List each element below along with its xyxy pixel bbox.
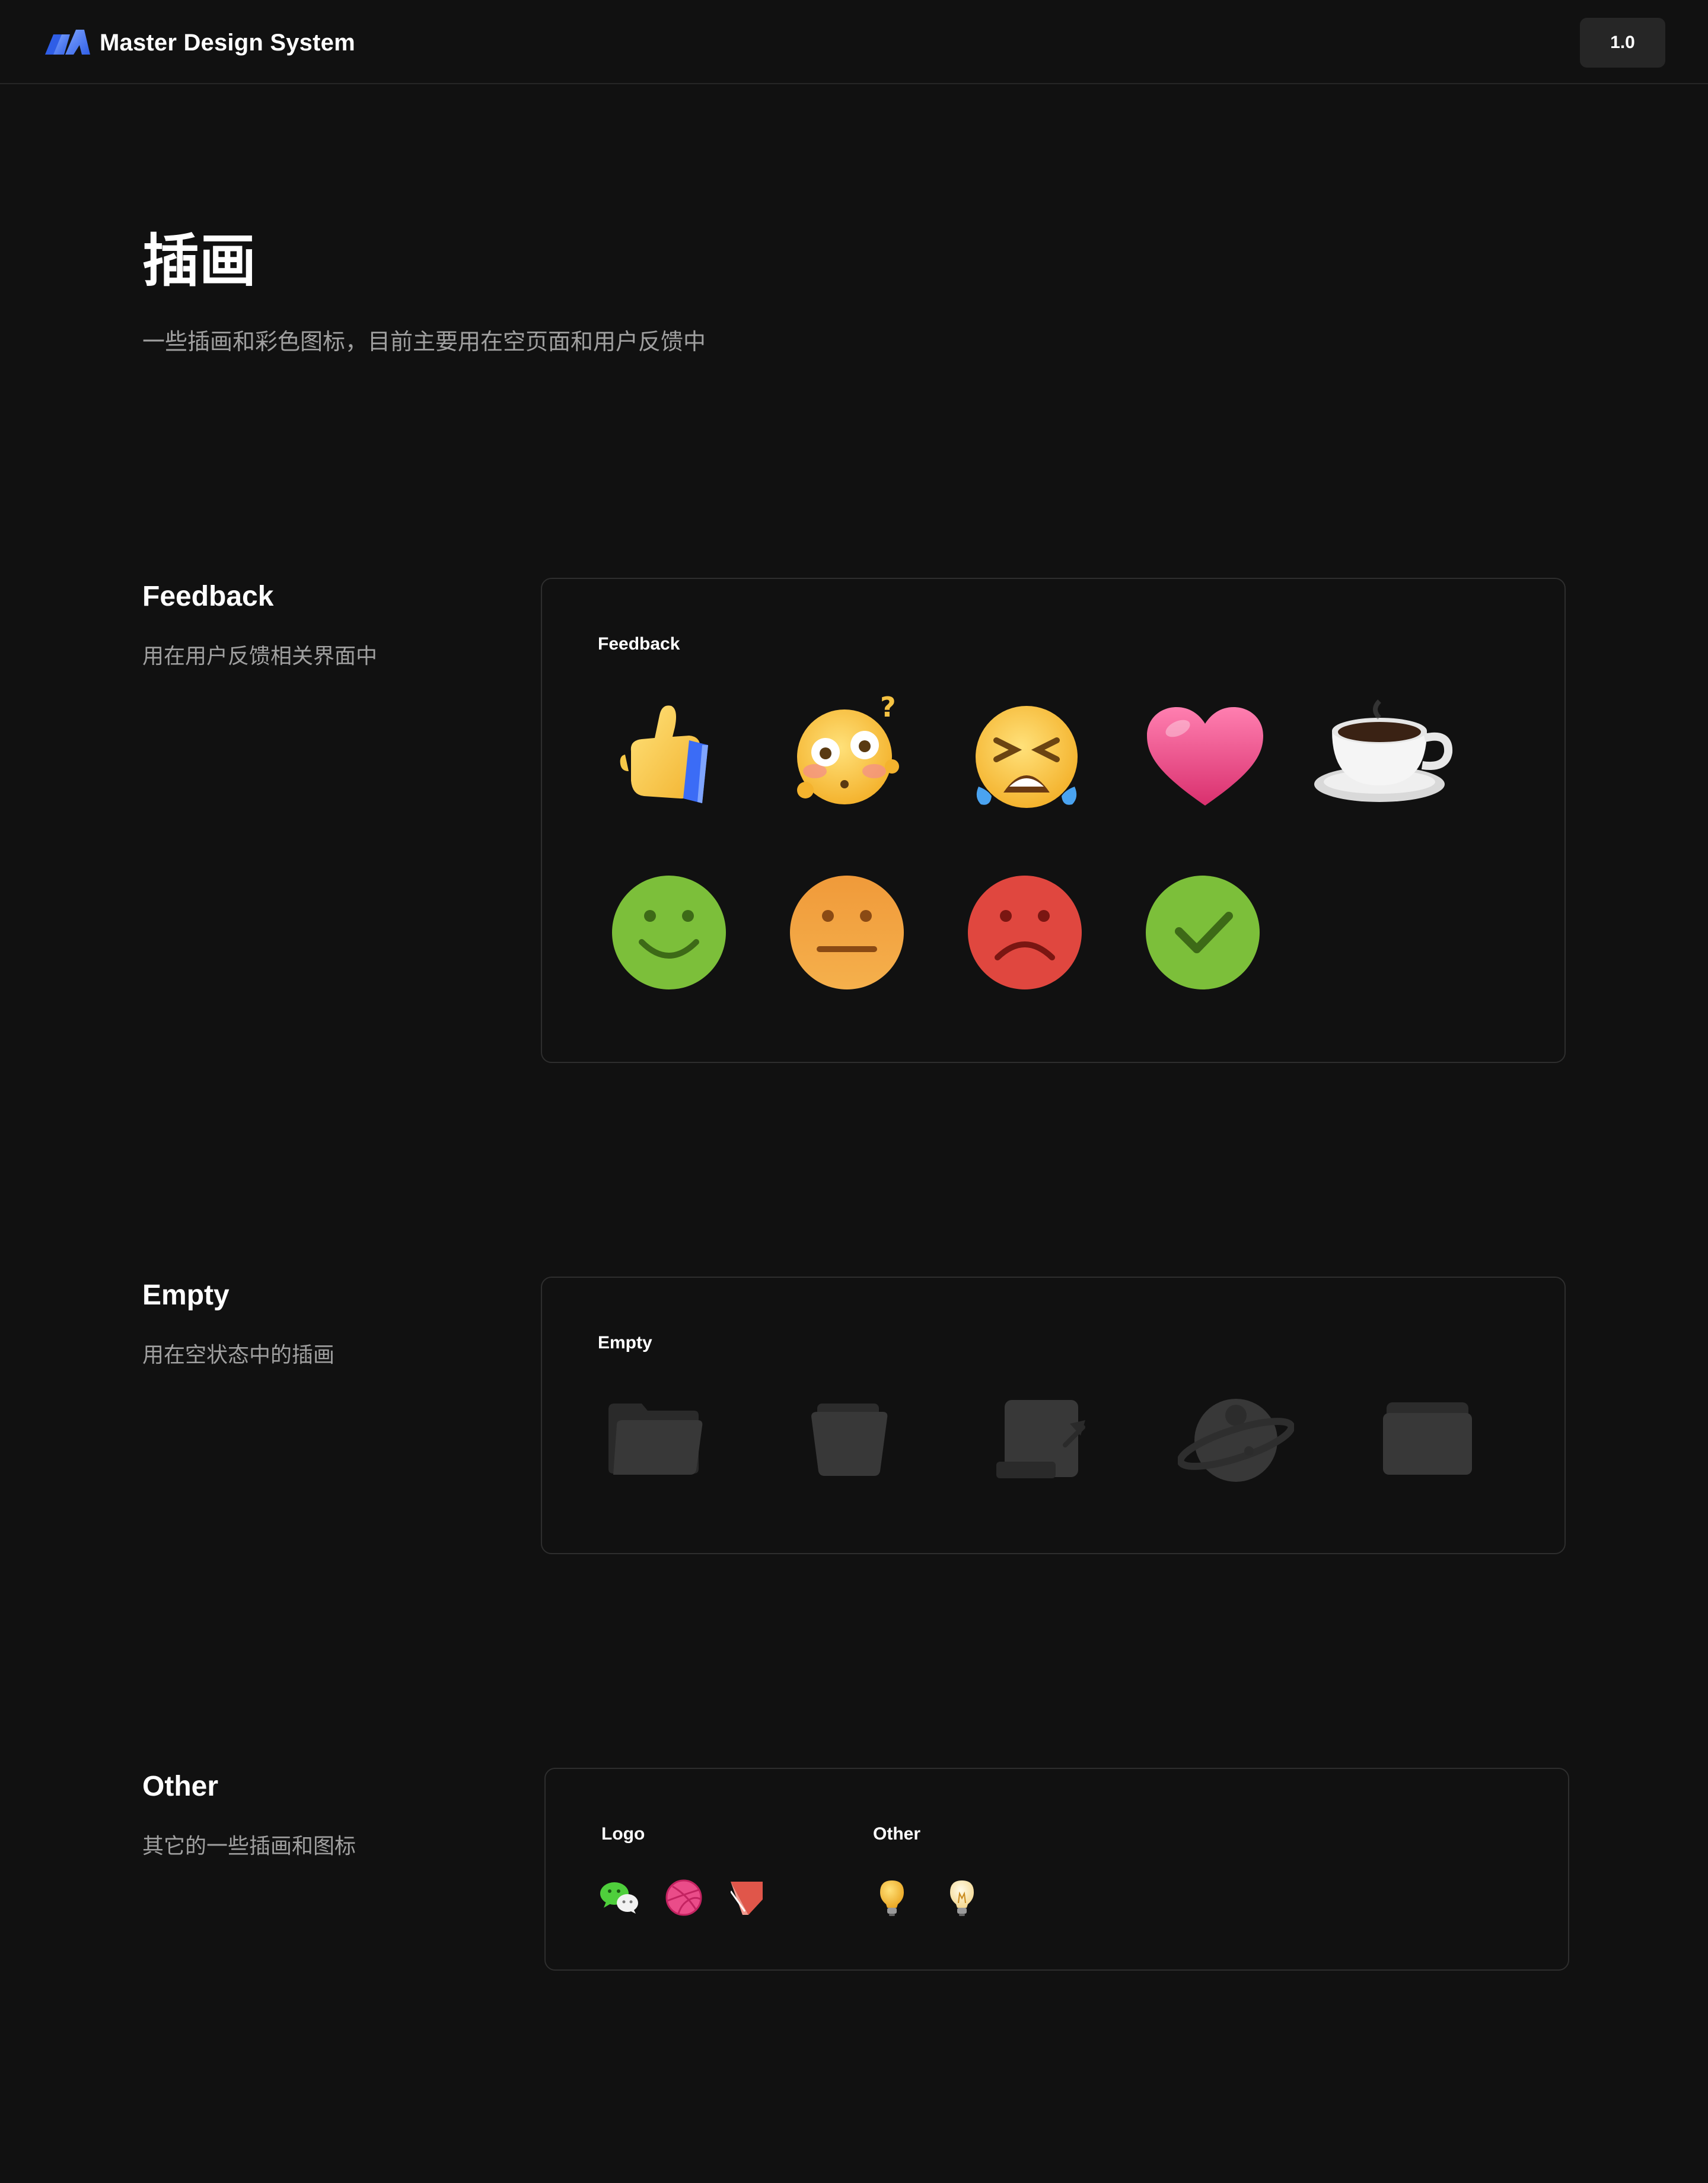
feedback-section-description: 用在用户反馈相关界面中 — [142, 644, 378, 669]
heart-icon — [1147, 707, 1263, 808]
check-circle-icon — [1145, 874, 1261, 991]
empty-section-description: 用在空状态中的插画 — [142, 1343, 335, 1367]
logo-group-label: Logo — [601, 1824, 645, 1844]
lightbulb-off-icon — [878, 1879, 906, 1917]
empty-box-icon — [811, 1404, 888, 1477]
page-title: 插画 — [142, 228, 256, 294]
neutral-face-icon — [789, 874, 905, 991]
happy-face-icon — [611, 874, 727, 991]
brand-name[interactable]: Master Design System — [100, 27, 355, 58]
crying-face-icon — [970, 704, 1083, 810]
bookmark-logo-icon — [731, 1882, 763, 1915]
page-description: 一些插画和彩色图标，目前主要用在空页面和用户反馈中 — [142, 329, 706, 355]
feedback-card: Feedback ? — [541, 578, 1566, 1063]
version-button[interactable]: 1.0 — [1580, 18, 1665, 68]
lightbulb-on-icon — [948, 1879, 976, 1917]
scroll-icon — [996, 1400, 1091, 1481]
empty-card: Empty — [541, 1277, 1566, 1554]
svg-text:?: ? — [880, 695, 896, 723]
other-section-description: 其它的一些插画和图标 — [142, 1834, 356, 1859]
dribbble-logo-icon — [665, 1879, 702, 1916]
planet-icon — [1178, 1398, 1294, 1483]
feedback-card-label: Feedback — [598, 634, 680, 654]
empty-card-label: Empty — [598, 1333, 652, 1353]
other-group-label: Other — [873, 1824, 921, 1844]
other-card: Logo Other — [544, 1768, 1569, 1971]
flushed-face-icon: ? — [791, 695, 904, 808]
wechat-logo-icon — [600, 1882, 638, 1914]
other-section-title: Other — [142, 1771, 219, 1802]
sad-face-icon — [967, 874, 1083, 991]
coffee-cup-icon — [1314, 695, 1457, 808]
top-bar: Master Design System 1.0 — [0, 0, 1708, 84]
open-folder-icon — [608, 1404, 703, 1477]
empty-section-title: Empty — [142, 1280, 230, 1311]
thumbs-up-icon — [613, 698, 718, 804]
feedback-section-title: Feedback — [142, 581, 274, 612]
brand-logo-icon[interactable] — [45, 27, 90, 57]
closed-folder-icon — [1383, 1402, 1472, 1476]
